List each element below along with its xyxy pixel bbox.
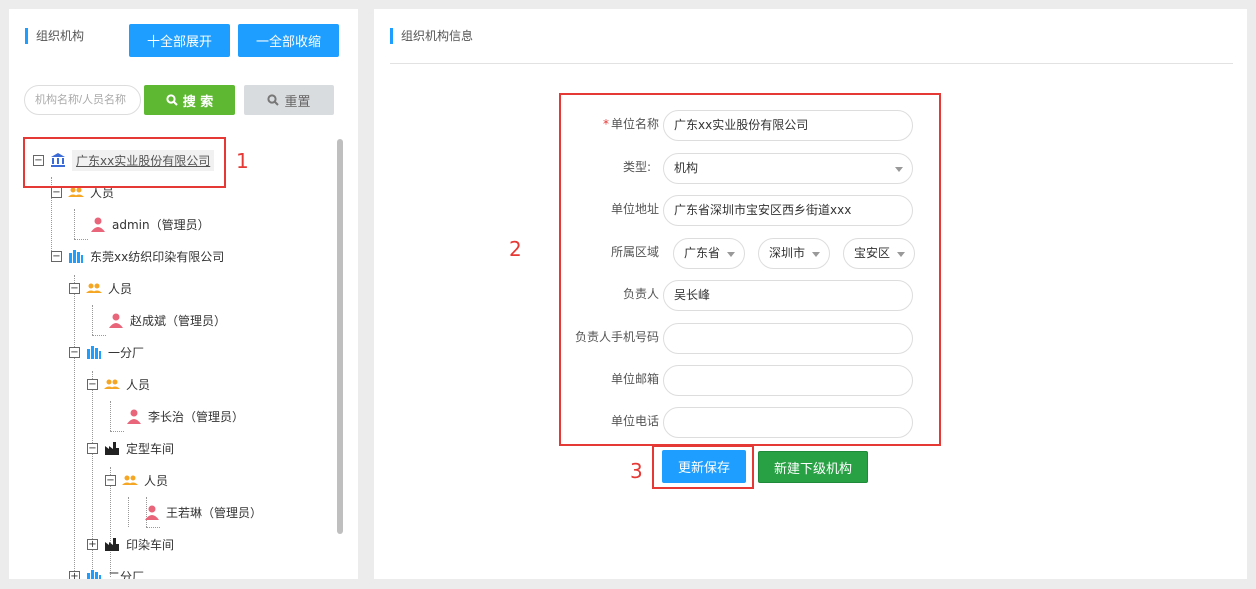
org-info-panel: 组织机构信息 2 * 单位名称 广东xx实业股份有限公司 类型: 机构 单位地址 … — [374, 9, 1247, 579]
search-button-label: 搜 索 — [182, 94, 214, 110]
label-name: * 单位名称 — [602, 117, 659, 131]
building-icon — [86, 344, 102, 360]
user-icon — [90, 216, 106, 232]
people-icon — [104, 376, 120, 392]
highlight-box-1 — [23, 137, 226, 188]
org-tree-panel: 组织机构 十全部展开 一全部收缩 搜 索 重置 − 广东xx实业股份有限公司 — [9, 9, 358, 579]
tree-node-label: 人员 — [126, 377, 151, 392]
tree-node-label: 王若琳（管理员） — [166, 505, 263, 520]
email-field[interactable] — [663, 365, 913, 396]
type-select[interactable]: 机构 — [663, 153, 913, 184]
label-leader: 负责人 — [622, 287, 659, 301]
collapse-toggle-icon[interactable]: − — [87, 442, 98, 454]
user-icon — [126, 408, 142, 424]
tree-node-label: 李长治（管理员） — [148, 409, 245, 424]
panel-title-org: 组织机构 — [25, 28, 84, 44]
search-icon — [267, 94, 280, 106]
collapse-toggle-icon[interactable]: − — [69, 282, 80, 294]
expand-toggle-icon[interactable]: + — [87, 538, 98, 550]
collapse-toggle-icon[interactable]: − — [87, 378, 98, 390]
collapse-toggle-icon[interactable]: − — [105, 474, 116, 486]
people-icon — [86, 280, 102, 296]
tree-scrollbar[interactable] — [337, 139, 343, 534]
search-input[interactable] — [24, 85, 141, 115]
tree-node-zhao[interactable]: 赵成斌（管理员） — [108, 310, 226, 330]
marker-3: 3 — [630, 459, 643, 483]
factory-icon — [104, 440, 120, 456]
district-select[interactable]: 宝安区 — [843, 238, 915, 269]
tree-node-dingxing[interactable]: − 定型车间 — [87, 438, 174, 458]
panel-title-info: 组织机构信息 — [390, 28, 473, 44]
tree-node-fen2[interactable]: + 二分厂 — [69, 566, 144, 579]
tree-node-label: 人员 — [108, 281, 133, 296]
collapse-toggle-icon[interactable]: − — [51, 186, 62, 198]
label-email: 单位邮箱 — [610, 372, 659, 386]
name-field[interactable]: 广东xx实业股份有限公司 — [663, 110, 913, 141]
tel-field[interactable] — [663, 407, 913, 438]
tree-node-dongguan[interactable]: − 东莞xx纺织印染有限公司 — [51, 246, 224, 266]
search-icon — [166, 94, 178, 106]
people-icon — [122, 472, 138, 488]
tree-node-fen1[interactable]: − 一分厂 — [69, 342, 144, 362]
tree-node-li[interactable]: 李长治（管理员） — [126, 406, 244, 426]
expand-toggle-icon[interactable]: + — [69, 570, 80, 579]
tree-node-label: 人员 — [144, 473, 169, 488]
search-button[interactable]: 搜 索 — [144, 85, 235, 115]
update-save-button[interactable]: 更新保存 — [662, 450, 746, 483]
collapse-toggle-icon[interactable]: − — [51, 250, 62, 262]
factory-icon — [104, 536, 120, 552]
tree-node-staff[interactable]: − 人员 — [87, 374, 150, 394]
collapse-toggle-icon[interactable]: − — [69, 346, 80, 358]
tree-node-staff[interactable]: − 人员 — [105, 470, 168, 490]
user-icon — [144, 504, 160, 520]
tree-node-label: 印染车间 — [126, 537, 175, 552]
tree-node-label: admin（管理员） — [112, 217, 210, 232]
marker-1: 1 — [236, 149, 249, 173]
label-region: 所属区域 — [610, 245, 659, 259]
tree-node-label: 赵成斌（管理员） — [130, 313, 227, 328]
new-sub-org-button[interactable]: 新建下级机构 — [758, 451, 868, 483]
tree-node-wang[interactable]: 王若琳（管理员） — [144, 502, 262, 522]
tree-node-admin[interactable]: admin（管理员） — [90, 214, 210, 234]
reset-button[interactable]: 重置 — [244, 85, 334, 115]
tree-node-label: 一分厂 — [108, 345, 145, 360]
tree-node-label: 东莞xx纺织印染有限公司 — [90, 249, 225, 264]
label-phone: 负责人手机号码 — [574, 330, 659, 344]
user-icon — [108, 312, 124, 328]
reset-button-label: 重置 — [284, 94, 311, 110]
expand-all-button[interactable]: 十全部展开 — [129, 24, 230, 57]
phone-field[interactable] — [663, 323, 913, 354]
org-tree: − 广东xx实业股份有限公司 − 人员 admin（管理员） − 东莞xx纺织印… — [9, 139, 339, 579]
tree-node-label: 定型车间 — [126, 441, 175, 456]
collapse-all-button[interactable]: 一全部收缩 — [238, 24, 339, 57]
city-select[interactable]: 深圳市 — [758, 238, 830, 269]
tree-node-label: 二分厂 — [108, 569, 145, 580]
address-field[interactable]: 广东省深圳市宝安区西乡街道xxx — [663, 195, 913, 226]
tree-node-staff[interactable]: − 人员 — [69, 278, 132, 298]
marker-2: 2 — [509, 237, 522, 261]
tree-node-yinran[interactable]: + 印染车间 — [87, 534, 174, 554]
building-icon — [68, 248, 84, 264]
label-type: 类型: — [622, 160, 651, 174]
title-divider — [390, 63, 1233, 64]
leader-field[interactable]: 吴长峰 — [663, 280, 913, 311]
building-icon — [86, 568, 102, 579]
province-select[interactable]: 广东省 — [673, 238, 745, 269]
label-tel: 单位电话 — [610, 414, 659, 428]
label-address: 单位地址 — [610, 202, 659, 216]
